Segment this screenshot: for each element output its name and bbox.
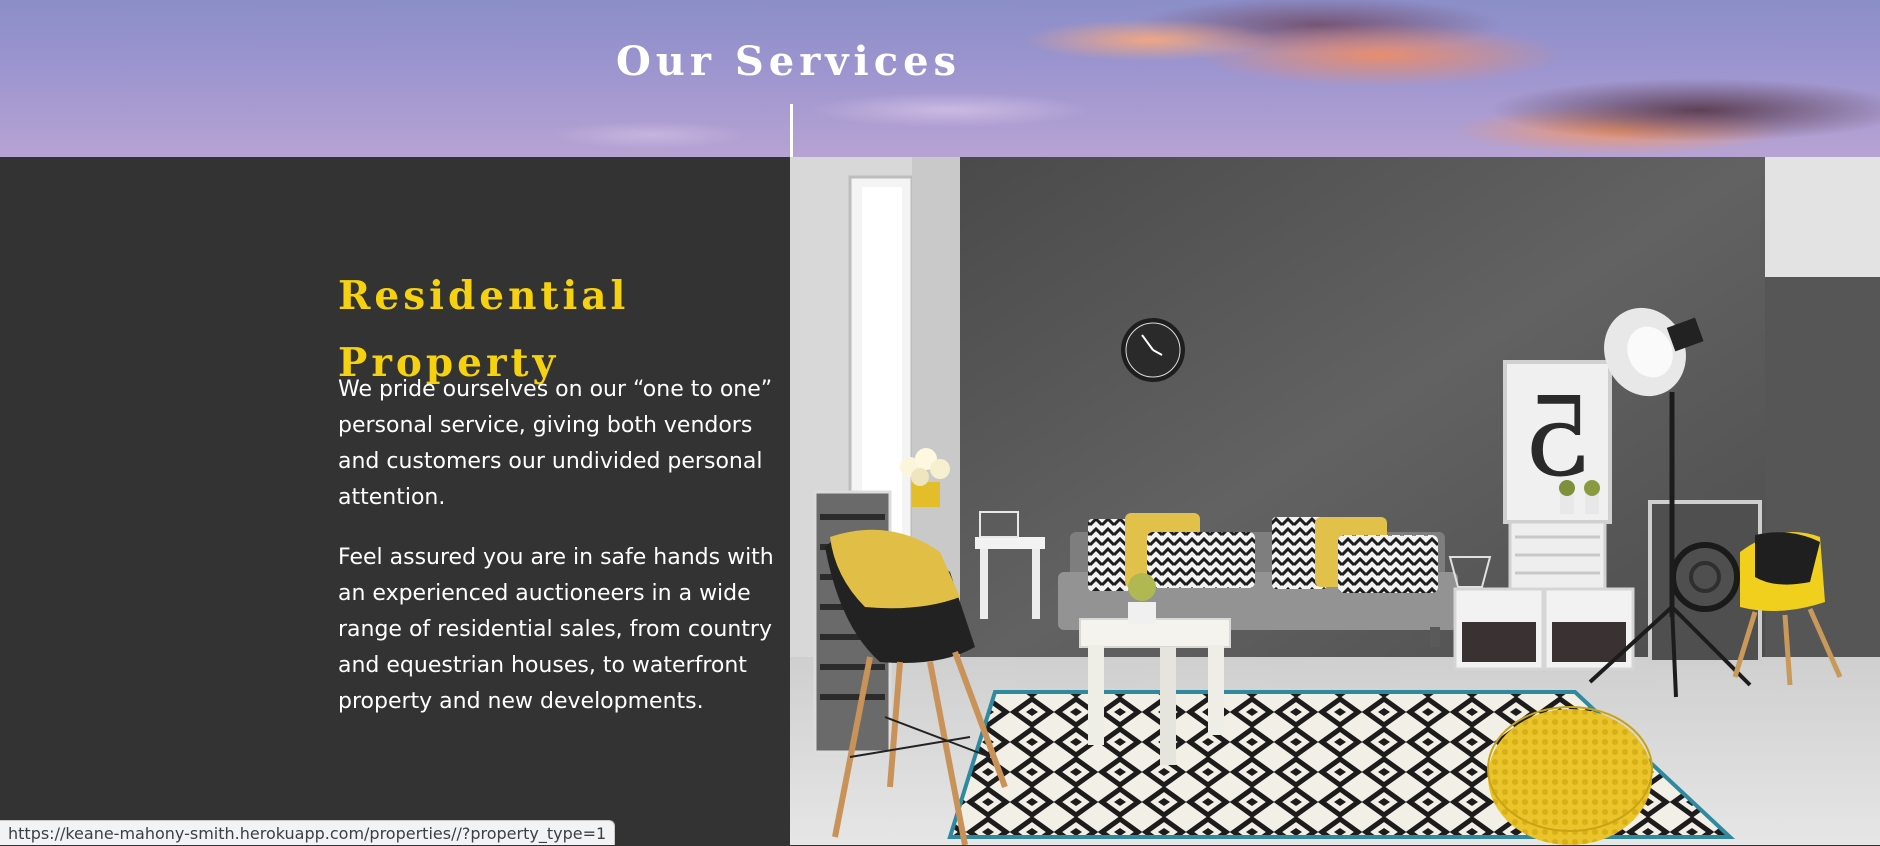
status-bar-url: https://keane-mahony-smith.herokuapp.com… bbox=[0, 820, 616, 845]
page-title: Our Services bbox=[615, 38, 962, 85]
living-room-illustration: 5 bbox=[790, 157, 1880, 845]
service-description: We pride ourselves on our “one to one” p… bbox=[338, 372, 778, 744]
svg-text:5: 5 bbox=[1523, 373, 1593, 501]
service-paragraph: Feel assured you are in safe hands with … bbox=[338, 545, 774, 714]
title-divider bbox=[790, 104, 793, 157]
services-hero: Our Services bbox=[0, 0, 1880, 157]
service-paragraph: We pride ourselves on our “one to one” p… bbox=[338, 377, 773, 510]
service-photo: 5 bbox=[790, 157, 1880, 845]
service-info-panel: Residential Property We pride ourselves … bbox=[0, 157, 790, 845]
